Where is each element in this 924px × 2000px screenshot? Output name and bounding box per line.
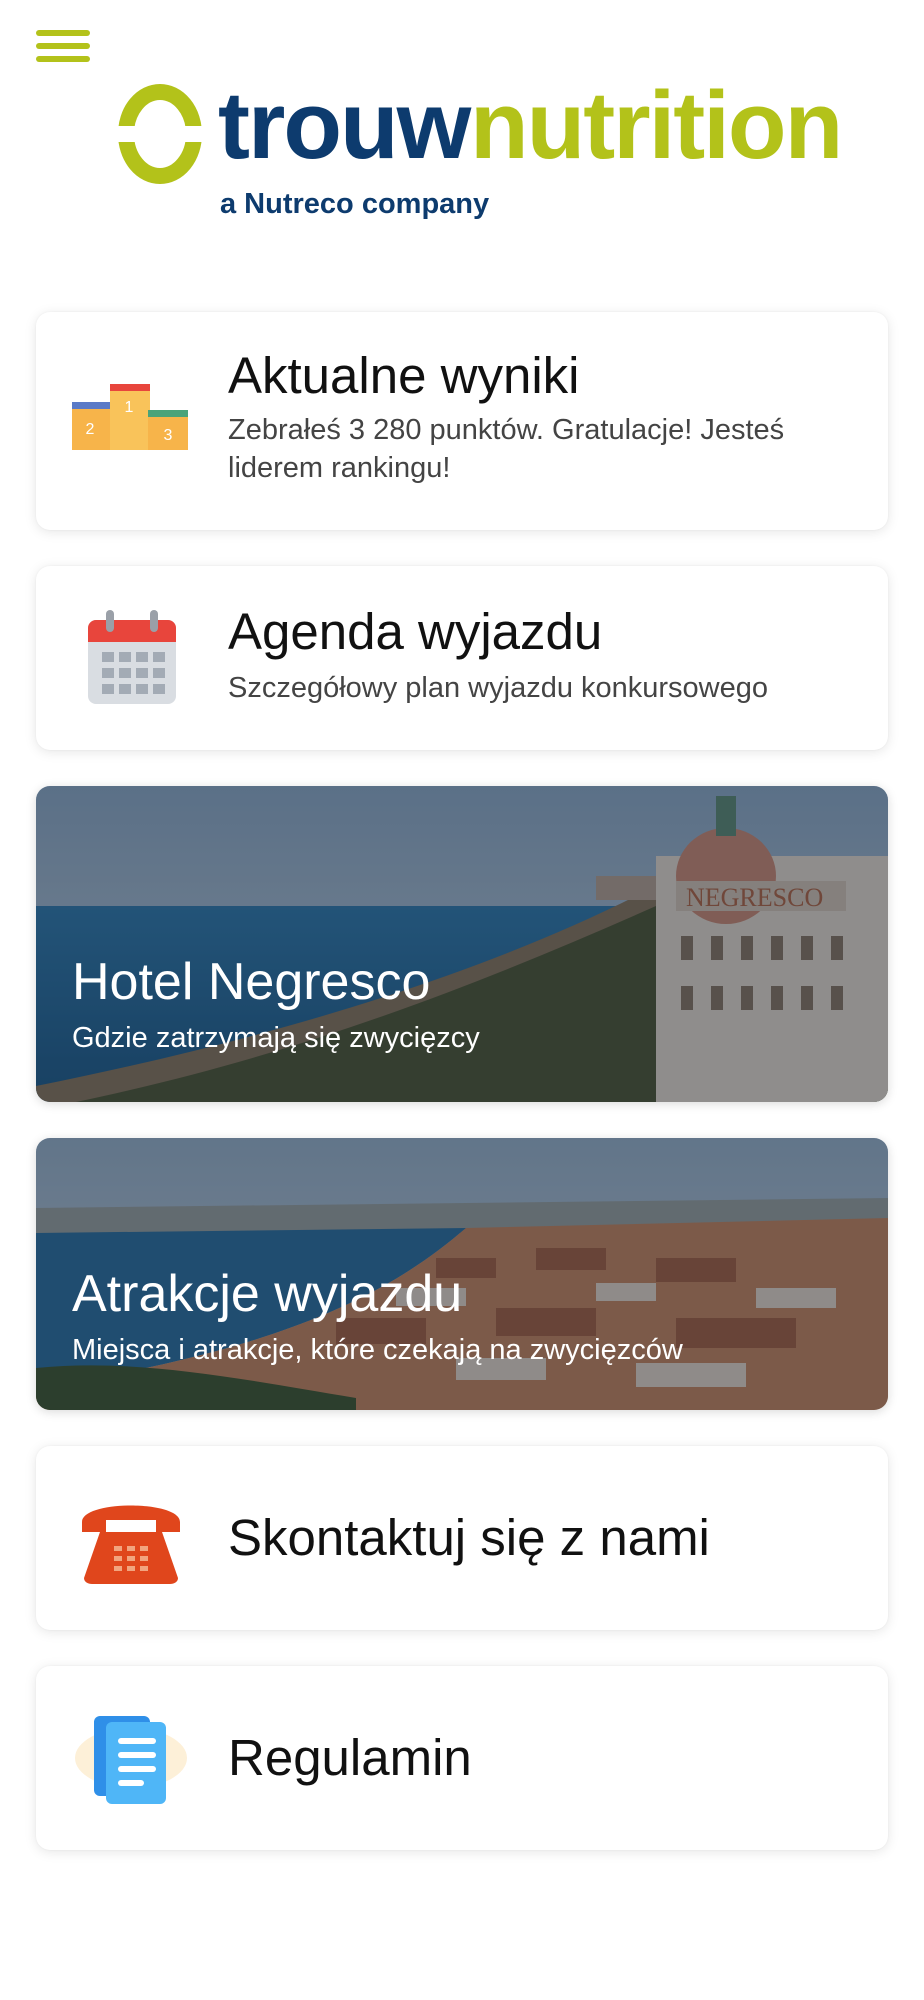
- hotel-title: Hotel Negresco: [72, 953, 431, 1011]
- results-subtitle: Zebrałeś 3 280 punktów. Gratulacje! Jest…: [228, 414, 785, 484]
- attractions-subtitle: Miejsca i atrakcje, które czekają na zwy…: [72, 1334, 683, 1366]
- hamburger-menu-icon[interactable]: [36, 30, 90, 68]
- podium-label-3: 3: [164, 427, 173, 444]
- logo-trouw: trouw: [218, 72, 471, 179]
- document-icon: [75, 1716, 187, 1804]
- logo-nutrition: nutrition: [470, 72, 843, 179]
- logo-mark-icon: [118, 84, 202, 184]
- logo-tagline: a Nutreco company: [220, 188, 490, 220]
- results-title: Aktualne wyniki: [228, 347, 580, 404]
- agenda-title: Agenda wyjazdu: [228, 603, 603, 660]
- agenda-subtitle: Szczegółowy plan wyjazdu konkursowego: [228, 672, 769, 704]
- podium-label-2: 2: [86, 421, 95, 438]
- attractions-title: Atrakcje wyjazdu: [72, 1265, 463, 1323]
- telephone-icon: [82, 1505, 180, 1584]
- calendar-icon: [88, 610, 176, 704]
- hotel-subtitle: Gdzie zatrzymają się zwycięzcy: [72, 1022, 480, 1054]
- results-card[interactable]: 2 1 3 Aktualne wyniki Zebrałeś 3 280 pun…: [36, 312, 888, 530]
- agenda-card[interactable]: Agenda wyjazdu Szczegółowy plan wyjazdu …: [36, 566, 888, 750]
- podium-icon: 2 1 3: [72, 384, 188, 450]
- hotel-card[interactable]: NEGRESCO Hotel Negresco Gdzie zatrzymają…: [36, 786, 888, 1102]
- rules-card[interactable]: Regulamin: [36, 1666, 888, 1850]
- contact-card[interactable]: Skontaktuj się z nami: [36, 1446, 888, 1630]
- rules-title: Regulamin: [228, 1729, 472, 1786]
- contact-title: Skontaktuj się z nami: [228, 1509, 710, 1566]
- podium-label-1: 1: [125, 399, 134, 416]
- logo: trouw nutrition a Nutreco company: [118, 72, 843, 238]
- attractions-card[interactable]: Atrakcje wyjazdu Miejsca i atrakcje, któ…: [36, 1138, 888, 1410]
